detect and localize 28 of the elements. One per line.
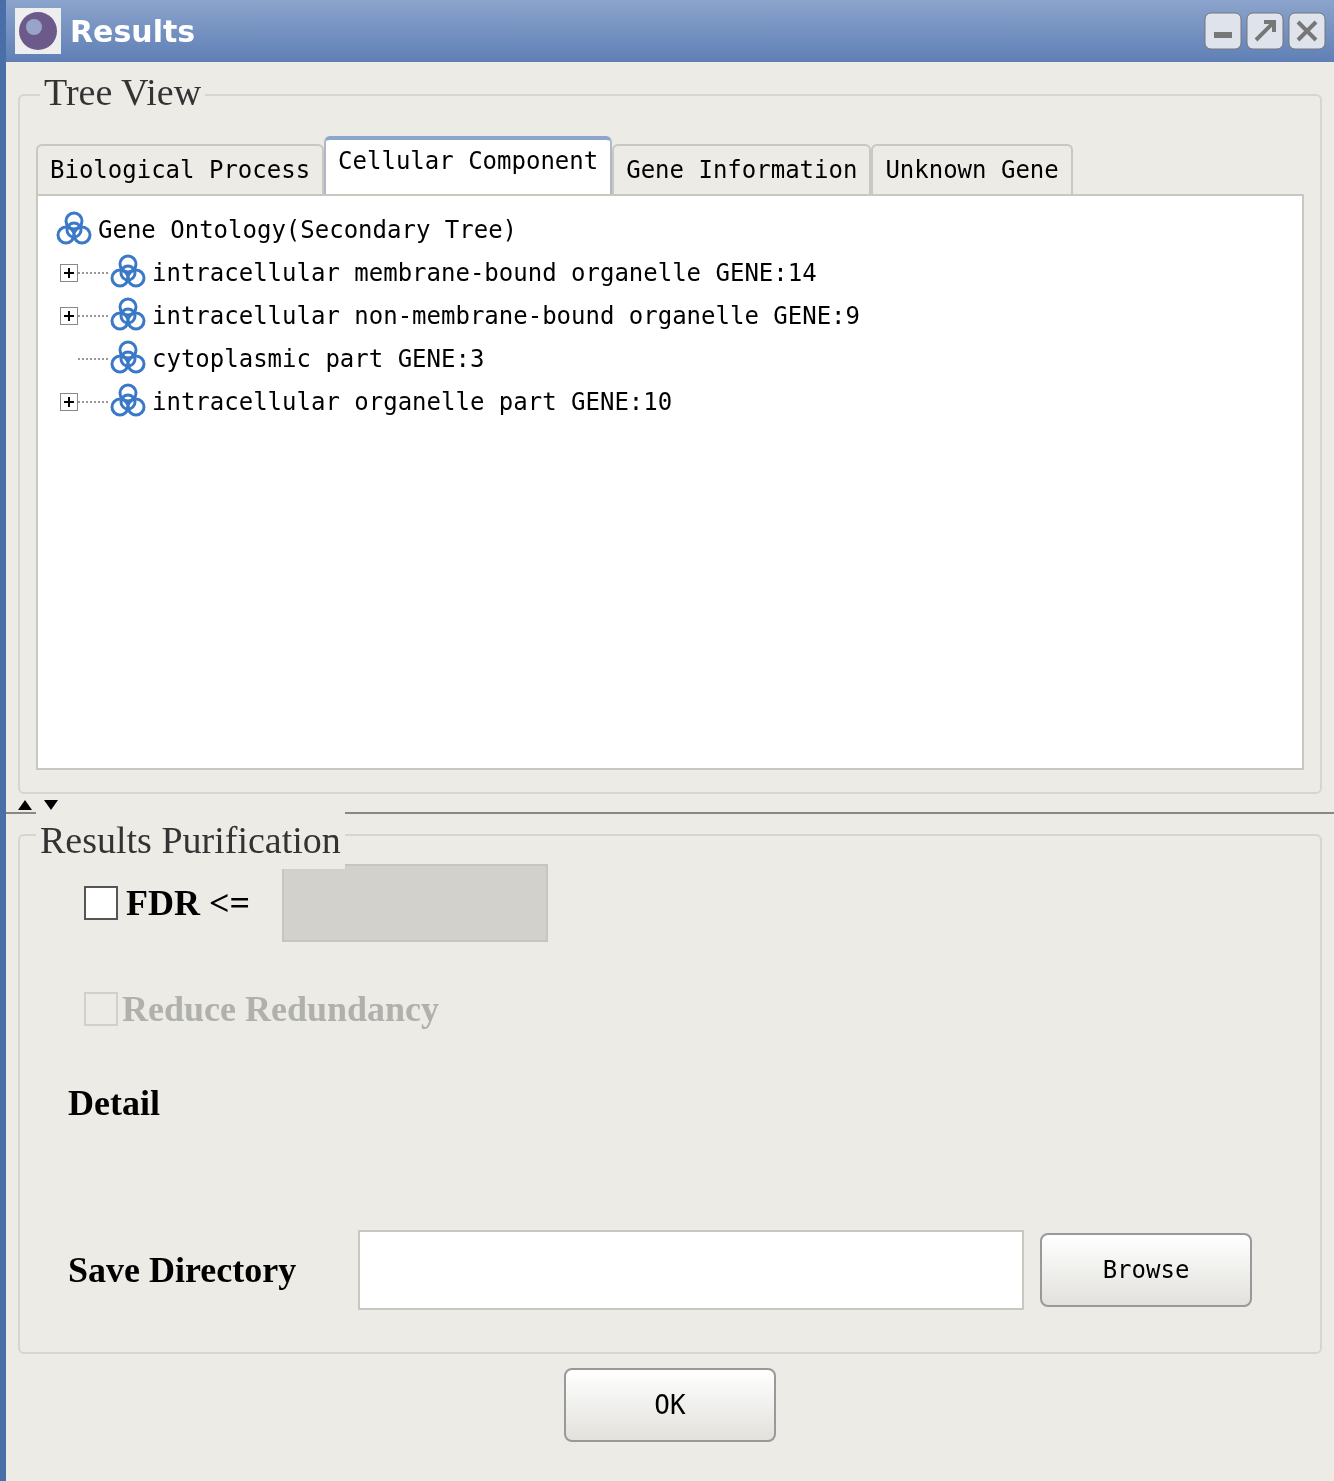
tree-node[interactable]: intracellular membrane-bound organelle GENE:14: [152, 254, 817, 291]
expand-icon[interactable]: [60, 392, 78, 411]
ok-button[interactable]: OK: [564, 1368, 776, 1442]
tree-node[interactable]: cytoplasmic part GENE:3: [152, 340, 485, 377]
save-directory-field[interactable]: [358, 1230, 1024, 1310]
tree-node[interactable]: Gene Ontology(Secondary Tree): [98, 211, 518, 248]
close-icon[interactable]: [1288, 12, 1326, 50]
tab[interactable]: Biological Process: [36, 144, 325, 194]
tree-node[interactable]: intracellular organelle part GENE:10: [152, 383, 673, 420]
window-title: Results: [70, 12, 196, 51]
maximize-icon[interactable]: [1246, 12, 1284, 50]
tab[interactable]: Unknown Gene: [871, 144, 1073, 194]
tab[interactable]: Cellular Component: [324, 136, 613, 194]
tab[interactable]: Gene Information: [612, 144, 872, 194]
save-directory-label: Save Directory: [68, 1249, 298, 1292]
expand-icon[interactable]: [60, 306, 78, 325]
fdr-label: FDR <=: [126, 882, 250, 925]
expand-icon[interactable]: [60, 263, 78, 282]
collapse-down-icon[interactable]: [44, 800, 58, 810]
checkbox[interactable]: [84, 886, 118, 920]
app-icon: [14, 7, 62, 55]
detail-label: Detail: [68, 1082, 161, 1125]
tree-node[interactable]: intracellular non-membrane-bound organelle GENE:9: [152, 297, 860, 334]
collapse-up-icon[interactable]: [18, 800, 32, 810]
group-title: Results Purification: [36, 812, 345, 869]
browse-button[interactable]: Browse: [1040, 1233, 1252, 1307]
minimize-icon[interactable]: [1204, 12, 1242, 50]
reduce-redundancy-label: Reduce Redundancy: [122, 988, 440, 1031]
